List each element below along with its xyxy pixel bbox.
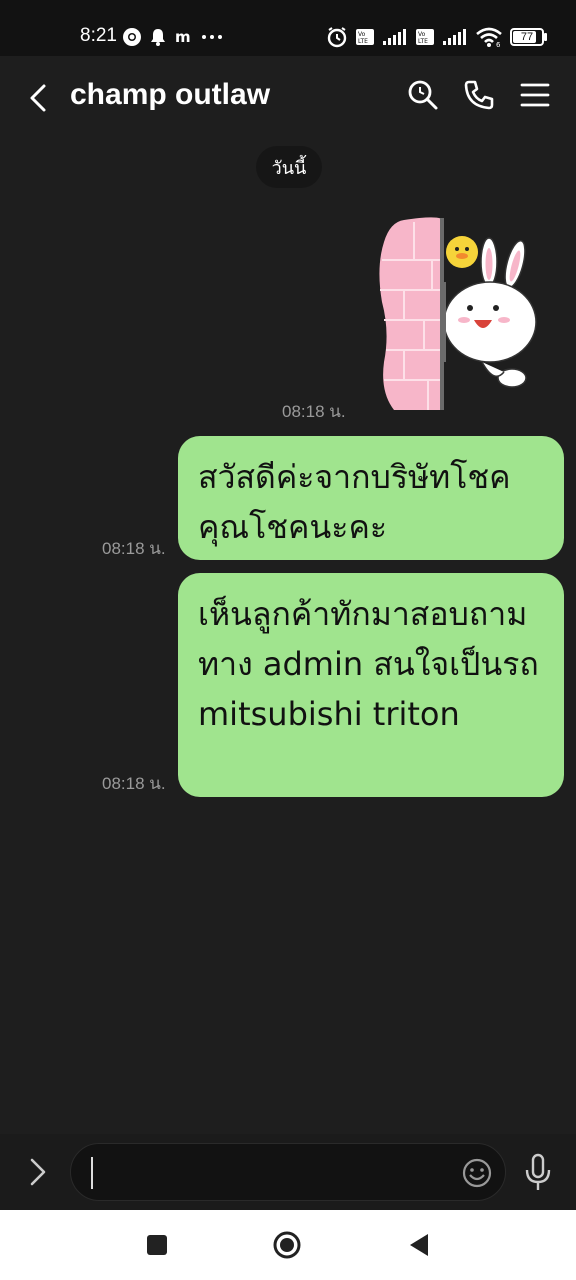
signal-icon (443, 29, 466, 45)
volte-icon: VoLTE (356, 29, 374, 45)
message-time: 08:18 น. (282, 402, 346, 421)
svg-text:Vo: Vo (418, 31, 426, 38)
sticker-cony-wall[interactable] (374, 212, 544, 412)
chevron-right-icon[interactable] (26, 1154, 52, 1190)
date-divider: วันนี้ (256, 146, 322, 188)
message-bubble[interactable]: เห็นลูกค้าทักมาสอบถามทาง admin สนใจเป็นร… (178, 573, 564, 797)
message-input[interactable] (70, 1143, 506, 1201)
emoji-icon[interactable] (461, 1157, 493, 1189)
back-icon[interactable] (24, 80, 56, 116)
svg-text:LTE: LTE (418, 38, 428, 45)
status-bar: 8:21 m Vo LTE Vo LTE 6 77 (0, 0, 576, 56)
chrome-icon (123, 28, 141, 46)
status-right-icons: Vo LTE Vo LTE 6 77 (326, 26, 548, 48)
message-time: 08:18 น. (102, 539, 166, 558)
recents-icon[interactable] (142, 1230, 172, 1260)
bell-icon (151, 29, 165, 46)
message-text: สวัสดีค่ะจากบริษัทโชคคุณโชคนะคะ (198, 458, 511, 546)
svg-text:6: 6 (496, 41, 501, 48)
system-nav-bar (0, 1210, 576, 1280)
signal-icon (383, 29, 406, 45)
chat-header: champ outlaw (0, 56, 576, 140)
message-bubble[interactable]: สวัสดีค่ะจากบริษัทโชคคุณโชคนะคะ (178, 436, 564, 560)
mic-icon[interactable] (522, 1152, 554, 1192)
status-left-icons: m (122, 27, 224, 47)
message-composer (0, 1134, 576, 1210)
svg-text:m: m (175, 29, 191, 45)
svg-text:Vo: Vo (358, 31, 366, 38)
status-time: 8:21 (80, 25, 117, 46)
back-icon[interactable] (404, 1230, 434, 1260)
search-icon[interactable] (406, 78, 440, 112)
battery-level: 77 (520, 31, 534, 43)
phone-icon[interactable] (462, 78, 496, 112)
wifi-icon: 6 (476, 27, 502, 48)
battery-icon: 77 (510, 28, 548, 46)
menu-icon[interactable] (518, 78, 552, 112)
volte-icon: VoLTE (416, 29, 434, 45)
svg-text:LTE: LTE (358, 38, 368, 45)
home-icon[interactable] (272, 1230, 302, 1260)
m-app-icon: m (175, 29, 191, 45)
message-text: เห็นลูกค้าทักมาสอบถามทาง admin สนใจเป็นร… (198, 595, 539, 733)
alarm-icon (327, 27, 347, 48)
message-time: 08:18 น. (102, 774, 166, 793)
text-caret (91, 1157, 93, 1189)
contact-name: champ outlaw (70, 78, 271, 111)
more-icon (202, 35, 222, 39)
